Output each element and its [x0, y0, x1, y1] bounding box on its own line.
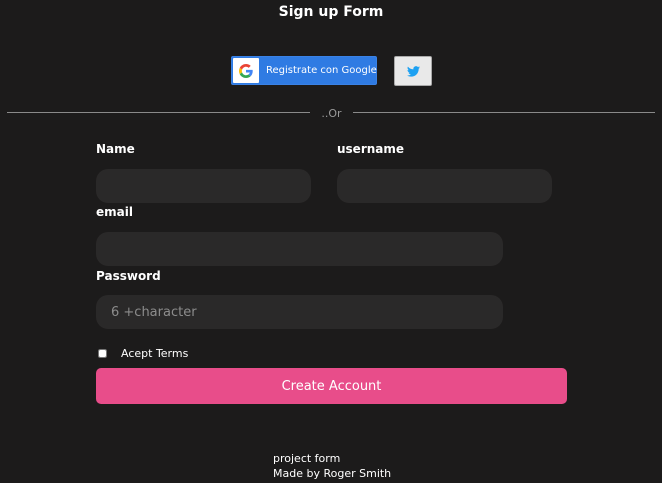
accept-terms-checkbox[interactable] — [98, 349, 107, 358]
name-input[interactable] — [96, 169, 311, 203]
name-label: Name — [96, 142, 135, 156]
signup-page: Sign up Form Registrate con Google ..Or … — [0, 0, 662, 483]
google-icon-container — [233, 58, 259, 83]
accept-terms-label: Acept Terms — [121, 347, 189, 360]
divider-text: ..Or — [321, 107, 342, 120]
password-label: Password — [96, 269, 161, 283]
create-account-button[interactable]: Create Account — [96, 368, 567, 404]
google-icon — [239, 64, 253, 78]
footer-project-text: project form — [273, 452, 341, 465]
twitter-signup-button[interactable] — [394, 56, 432, 86]
twitter-bird-icon — [407, 66, 420, 77]
google-button-label: Registrate con Google — [266, 65, 377, 76]
password-input[interactable] — [96, 295, 503, 329]
username-label: username — [337, 142, 405, 156]
google-signup-button[interactable]: Registrate con Google — [231, 56, 377, 85]
email-input[interactable] — [96, 232, 503, 266]
email-label: email — [96, 205, 133, 219]
form-title: Sign up Form — [278, 4, 384, 20]
username-input[interactable] — [337, 169, 552, 203]
footer-author-text: Made by Roger Smith — [273, 467, 392, 480]
divider-line-left — [7, 112, 310, 113]
divider-line-right — [353, 112, 655, 113]
